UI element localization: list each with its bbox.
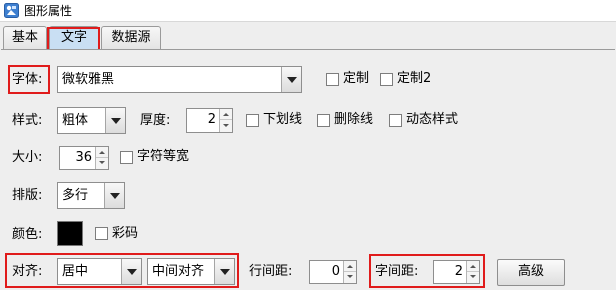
tab-basic[interactable]: 基本 — [3, 26, 47, 50]
thickness-label: 厚度: — [140, 113, 171, 128]
monospace-checkbox[interactable] — [120, 151, 133, 164]
vertical-align-select[interactable]: 中间对齐 — [147, 258, 235, 285]
line-spacing-label: 行间距: — [249, 264, 293, 279]
vertical-align-value: 中间对齐 — [152, 264, 205, 279]
char-spacing-spinner[interactable]: 2 — [433, 260, 480, 284]
font-label-highlight — [8, 65, 50, 94]
chevron-down-icon[interactable] — [121, 259, 141, 284]
font-select[interactable]: 微软雅黑 — [57, 66, 302, 93]
spin-up-icon[interactable] — [467, 261, 479, 272]
align-label: 对齐: — [12, 264, 43, 279]
title-bar: 图形属性 — [0, 0, 616, 22]
colorful-checkbox[interactable] — [95, 227, 108, 240]
custom-checkbox[interactable] — [326, 73, 339, 86]
spin-up-icon[interactable] — [220, 109, 232, 120]
color-label: 颜色: — [12, 227, 43, 242]
spin-down-icon[interactable] — [220, 121, 232, 132]
layout-select[interactable]: 多行 — [57, 182, 125, 209]
colorful-label: 彩码 — [112, 226, 139, 241]
layout-select-value: 多行 — [62, 188, 89, 203]
char-spacing-value: 2 — [454, 264, 463, 279]
spin-down-icon[interactable] — [467, 272, 479, 283]
size-value: 36 — [75, 150, 92, 165]
custom2-checkbox[interactable] — [380, 73, 393, 86]
chevron-down-icon[interactable] — [281, 67, 301, 92]
font-select-value: 微软雅黑 — [62, 72, 115, 87]
custom2-label: 定制2 — [397, 71, 432, 86]
spin-down-icon[interactable] — [96, 158, 108, 169]
app-icon — [4, 3, 19, 18]
monospace-label: 字符等宽 — [137, 149, 190, 164]
thickness-value: 2 — [207, 112, 216, 127]
dynamic-style-label: 动态样式 — [406, 112, 459, 127]
char-spacing-label: 字间距: — [375, 264, 419, 279]
strikethrough-checkbox[interactable] — [317, 114, 330, 127]
tab-datasource[interactable]: 数据源 — [101, 26, 161, 50]
style-select[interactable]: 粗体 — [57, 107, 126, 134]
thickness-spinner[interactable]: 2 — [186, 108, 233, 133]
advanced-button[interactable]: 高级 — [497, 259, 565, 286]
line-spacing-spinner[interactable]: 0 — [309, 260, 357, 284]
chevron-down-icon[interactable] — [214, 259, 234, 284]
color-swatch[interactable] — [57, 221, 83, 246]
horizontal-align-value: 居中 — [62, 264, 89, 279]
underline-checkbox[interactable] — [246, 114, 259, 127]
size-label: 大小: — [12, 150, 43, 165]
horizontal-align-select[interactable]: 居中 — [57, 258, 142, 285]
dynamic-style-checkbox[interactable] — [389, 114, 402, 127]
custom-label: 定制 — [343, 71, 370, 86]
size-spinner[interactable]: 36 — [59, 146, 109, 170]
strikethrough-label: 删除线 — [334, 112, 374, 127]
style-select-value: 粗体 — [62, 113, 89, 128]
chevron-down-icon[interactable] — [105, 108, 125, 133]
line-spacing-value: 0 — [331, 264, 340, 279]
spin-up-icon[interactable] — [344, 261, 356, 272]
layout-label: 排版: — [12, 188, 43, 203]
spin-down-icon[interactable] — [344, 272, 356, 283]
style-label: 样式: — [12, 113, 43, 128]
window-title: 图形属性 — [24, 4, 73, 18]
spin-up-icon[interactable] — [96, 147, 108, 158]
chevron-down-icon[interactable] — [104, 183, 124, 208]
underline-label: 下划线 — [263, 112, 303, 127]
